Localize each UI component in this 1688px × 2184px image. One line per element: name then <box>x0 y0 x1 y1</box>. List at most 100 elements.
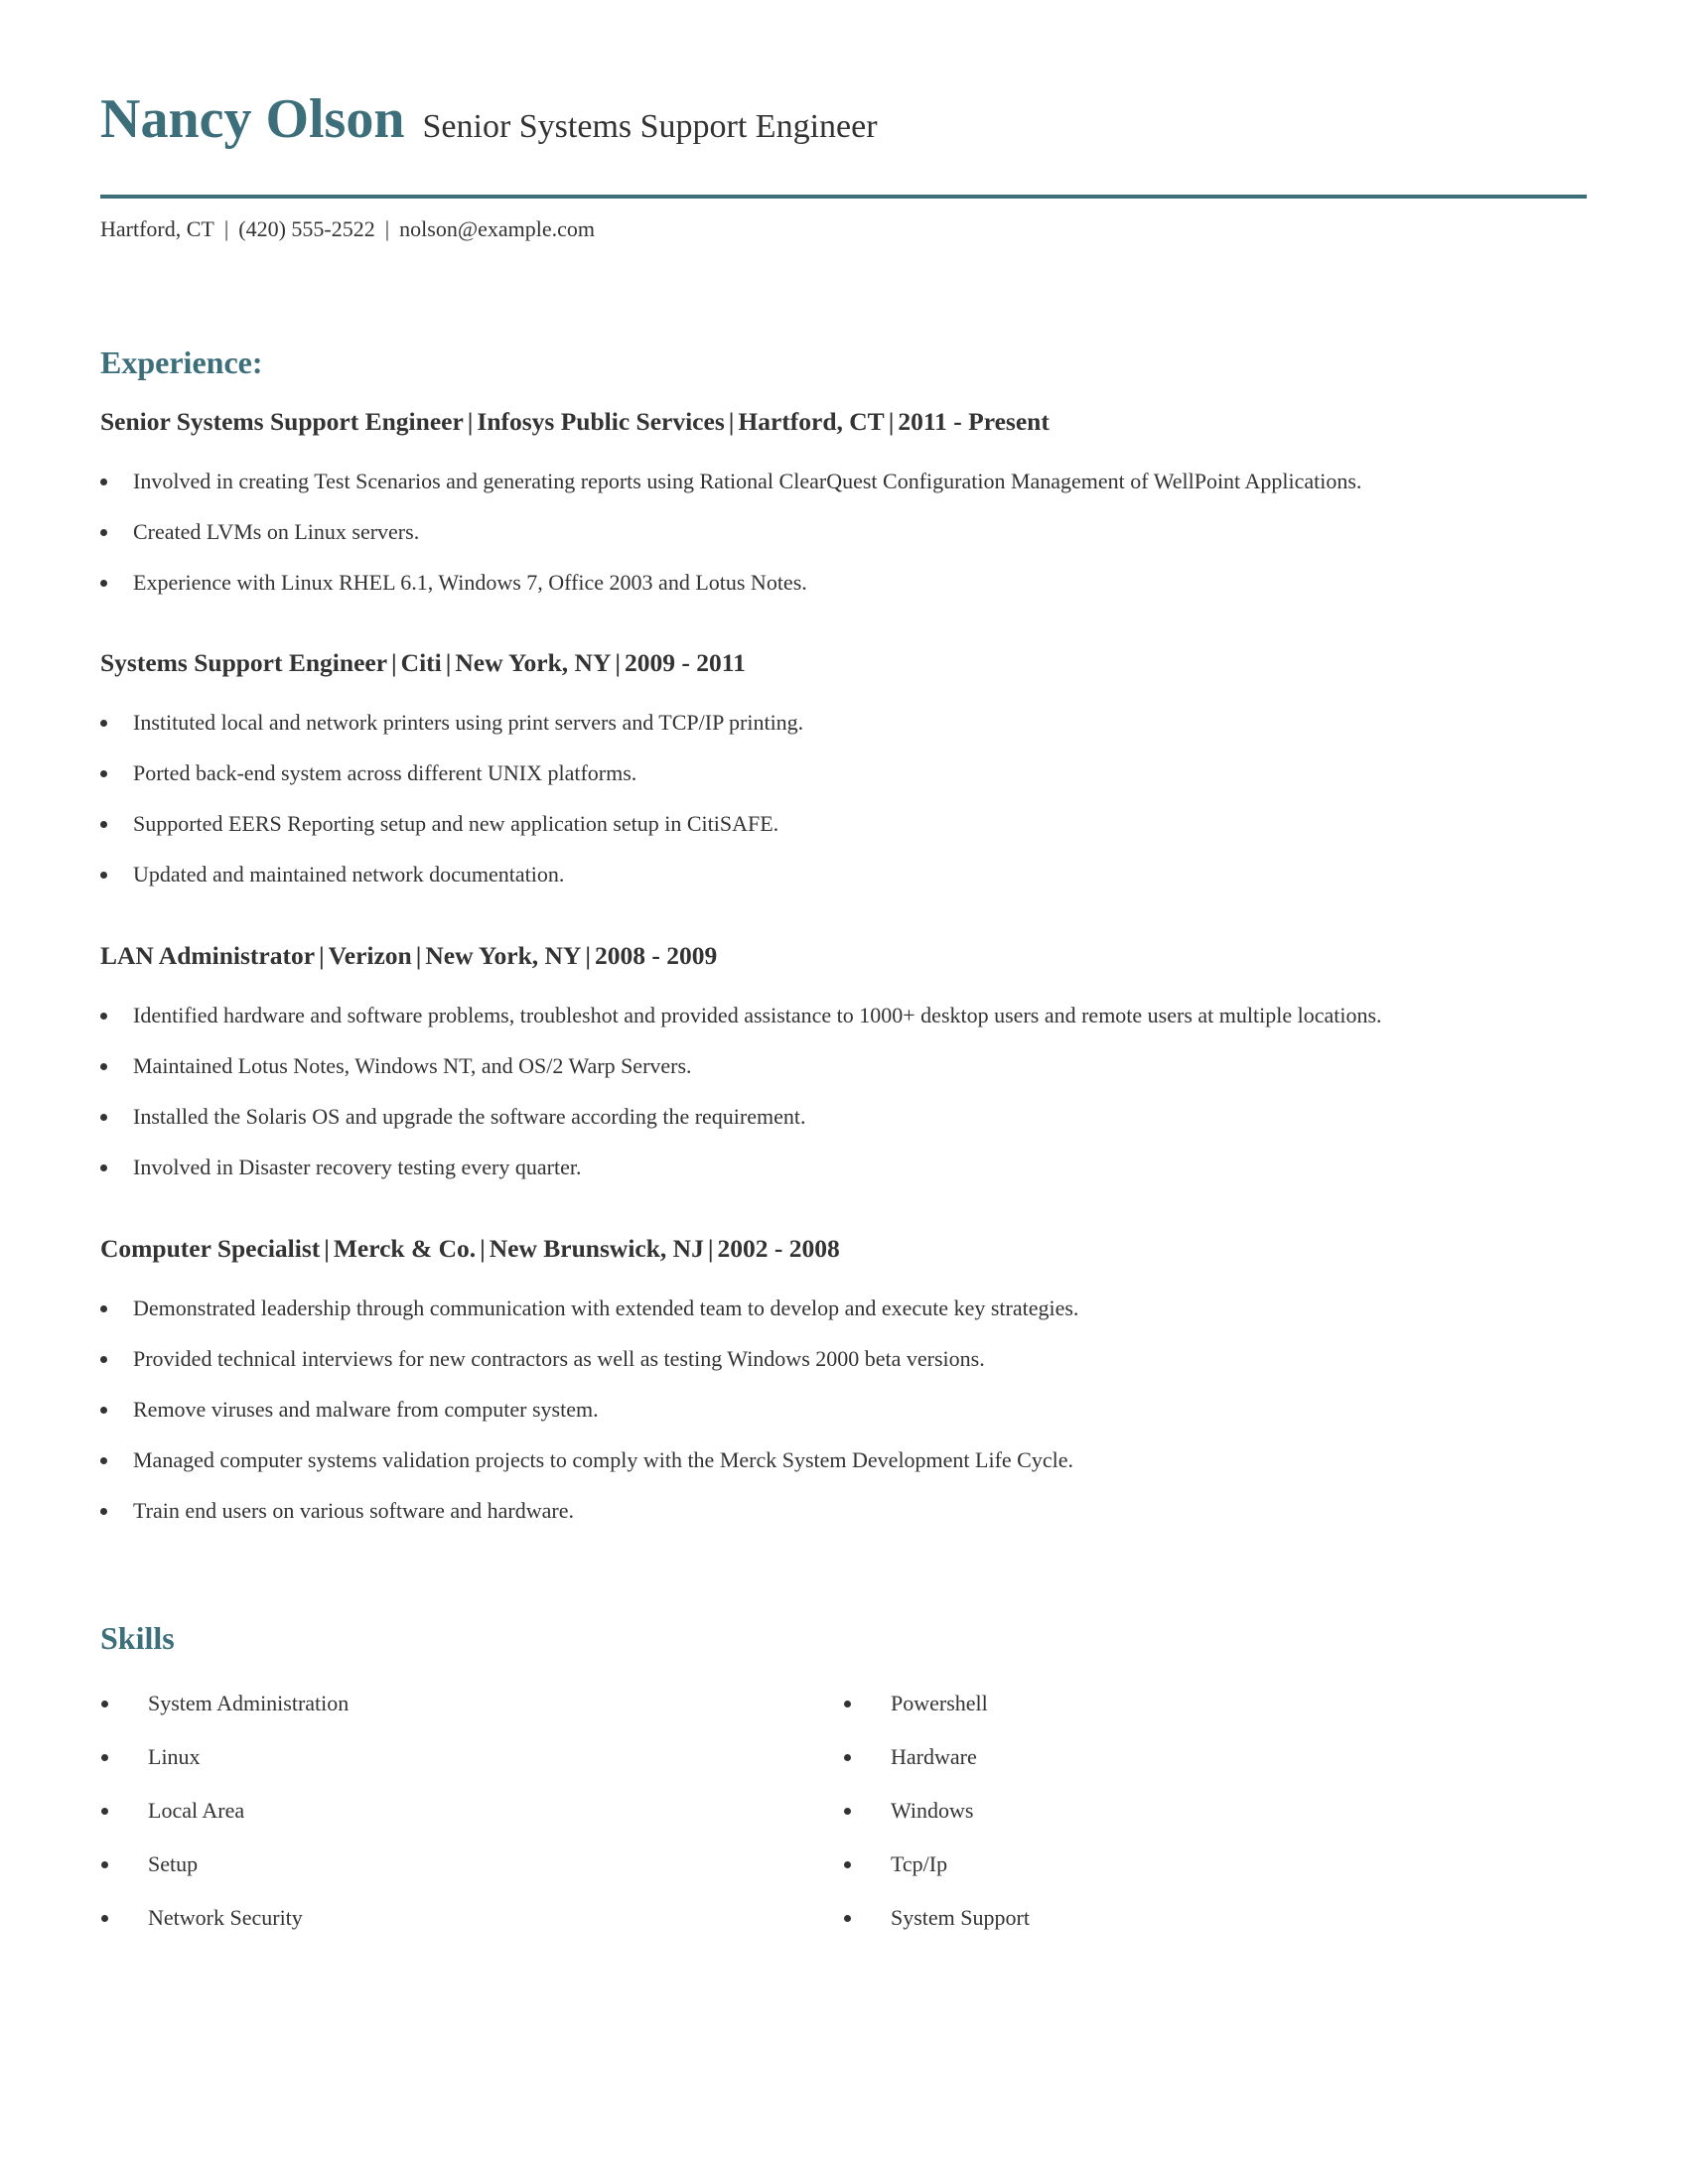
job-bullet-item: Train end users on various software and … <box>100 1500 1590 1522</box>
job-heading-separator: | <box>888 407 895 436</box>
bullet-icon <box>100 1305 107 1312</box>
job-bullet-item: Involved in Disaster recovery testing ev… <box>100 1157 1590 1178</box>
job-bullet-text: Updated and maintained network documenta… <box>133 862 565 887</box>
job-bullet-text: Installed the Solaris OS and upgrade the… <box>133 1104 806 1129</box>
job-heading-separator: | <box>480 1234 486 1263</box>
skill-item: Network Security <box>100 1907 795 1961</box>
job-heading-separator: | <box>707 1234 714 1263</box>
job-bullet-text: Maintained Lotus Notes, Windows NT, and … <box>133 1053 692 1078</box>
job-company: Infosys Public Services <box>477 407 725 436</box>
job-bullet-item: Instituted local and network printers us… <box>100 712 1590 734</box>
job-bullet-item: Created LVMs on Linux servers. <box>100 521 1590 543</box>
job-heading-separator: | <box>728 407 735 436</box>
job-bullet-item: Supported EERS Reporting setup and new a… <box>100 813 1590 835</box>
bullet-icon <box>100 580 107 587</box>
job-bullets: Instituted local and network printers us… <box>100 712 1590 886</box>
contact-email: nolson@example.com <box>399 216 595 241</box>
job-company: Citi <box>400 648 442 677</box>
job-location: New York, NY <box>425 941 582 970</box>
bullet-icon <box>100 1164 107 1171</box>
skill-item: Powershell <box>843 1693 1538 1746</box>
bullet-icon <box>100 1013 107 1020</box>
bullet-icon <box>101 1915 108 1922</box>
bullet-icon <box>844 1754 851 1761</box>
job-dates: 2002 - 2008 <box>717 1234 840 1263</box>
job-heading: Systems Support Engineer | Citi | New York, … <box>100 648 1590 678</box>
job-dates: 2009 - 2011 <box>624 648 746 677</box>
skill-label: Linux <box>148 1744 201 1769</box>
job-company: Merck & Co. <box>333 1234 477 1263</box>
candidate-title: Senior Systems Support Engineer <box>422 108 878 145</box>
job-entry: Senior Systems Support Engineer | Infosys … <box>100 407 1590 622</box>
job-bullet-item: Experience with Linux RHEL 6.1, Windows … <box>100 572 1590 594</box>
job-bullet-text: Train end users on various software and … <box>133 1498 574 1523</box>
job-bullet-item: Identified hardware and software problem… <box>100 1005 1590 1026</box>
skill-label: Setup <box>148 1851 199 1876</box>
job-bullet-item: Maintained Lotus Notes, Windows NT, and … <box>100 1055 1590 1077</box>
job-entry: Computer Specialist | Merck & Co. | New Brun… <box>100 1234 1590 1551</box>
resume-header: Nancy Olson Senior Systems Support Engine… <box>100 87 878 151</box>
job-bullet-text: Ported back-end system across different … <box>133 760 637 785</box>
bullet-icon <box>100 1508 107 1515</box>
job-bullet-text: Identified hardware and software problem… <box>133 1003 1382 1027</box>
experience-heading: Experience: <box>100 344 263 380</box>
skill-item: Hardware <box>843 1746 1538 1800</box>
bullet-icon <box>100 821 107 828</box>
job-entry: Systems Support Engineer | Citi | New York, … <box>100 648 1590 914</box>
contact-phone: (420) 555-2522 <box>238 216 375 241</box>
skill-label: Local Area <box>148 1798 245 1823</box>
job-dates: 2008 - 2009 <box>594 941 718 970</box>
skill-label: Hardware <box>891 1744 977 1769</box>
job-bullet-item: Involved in creating Test Scenarios and … <box>100 471 1590 492</box>
job-heading-separator: | <box>319 941 325 970</box>
skill-item: Local Area <box>100 1800 795 1853</box>
skills-column-left: System Administration Linux Local Area Setu… <box>100 1693 795 1961</box>
skill-label: Windows <box>891 1798 974 1823</box>
job-location: New Brunswick, NJ <box>489 1234 704 1263</box>
bullet-icon <box>101 1754 108 1761</box>
job-bullet-item: Updated and maintained network documenta… <box>100 864 1590 886</box>
job-heading-separator: | <box>615 648 621 677</box>
job-heading: LAN Administrator | Verizon | New York, NY | 2… <box>100 941 1590 971</box>
contact-separator: | <box>223 216 229 241</box>
bullet-icon <box>100 478 107 485</box>
bullet-icon <box>101 1701 108 1707</box>
skill-item: System Administration <box>100 1693 795 1746</box>
job-bullet-item: Remove viruses and malware from computer… <box>100 1399 1590 1421</box>
skills-column-right: Powershell Hardware Windows Tcp/Ip System Su… <box>843 1693 1538 1961</box>
bullet-icon <box>100 529 107 536</box>
job-bullet-item: Ported back-end system across different … <box>100 762 1590 784</box>
job-heading-separator: | <box>415 941 422 970</box>
skills-heading: Skills <box>100 1620 175 1656</box>
job-dates: 2011 - Present <box>898 407 1050 436</box>
job-heading-separator: | <box>585 941 591 970</box>
job-location: Hartford, CT <box>738 407 885 436</box>
job-bullet-text: Created LVMs on Linux servers. <box>133 519 420 544</box>
bullet-icon <box>844 1701 851 1707</box>
job-bullets: Identified hardware and software problem… <box>100 1005 1590 1178</box>
job-bullet-text: Supported EERS Reporting setup and new a… <box>133 811 779 836</box>
job-heading-separator: | <box>445 648 452 677</box>
job-company: Verizon <box>328 941 412 970</box>
skill-label: Tcp/Ip <box>891 1851 948 1876</box>
contact-separator: | <box>384 216 390 241</box>
job-heading-separator: | <box>324 1234 330 1263</box>
job-bullets: Involved in creating Test Scenarios and … <box>100 471 1590 594</box>
job-entry: LAN Administrator | Verizon | New York, NY | 2… <box>100 941 1590 1207</box>
bullet-icon <box>100 1407 107 1414</box>
job-bullets: Demonstrated leadership through communic… <box>100 1297 1590 1522</box>
contact-location: Hartford, CT <box>100 216 214 241</box>
job-bullet-text: Demonstrated leadership through communic… <box>133 1296 1079 1320</box>
job-bullet-text: Involved in creating Test Scenarios and … <box>133 469 1362 493</box>
bullet-icon <box>100 1457 107 1464</box>
bullet-icon <box>844 1861 851 1868</box>
job-role: Senior Systems Support Engineer <box>100 407 464 436</box>
job-bullet-item: Demonstrated leadership through communic… <box>100 1297 1590 1319</box>
candidate-name: Nancy Olson <box>100 88 405 150</box>
bullet-icon <box>844 1808 851 1815</box>
resume-page: Nancy Olson Senior Systems Support Engine… <box>0 0 1688 2184</box>
bullet-icon <box>100 1063 107 1070</box>
skill-item: Windows <box>843 1800 1538 1853</box>
bullet-icon <box>101 1808 108 1815</box>
skill-item: Tcp/Ip <box>843 1853 1538 1907</box>
